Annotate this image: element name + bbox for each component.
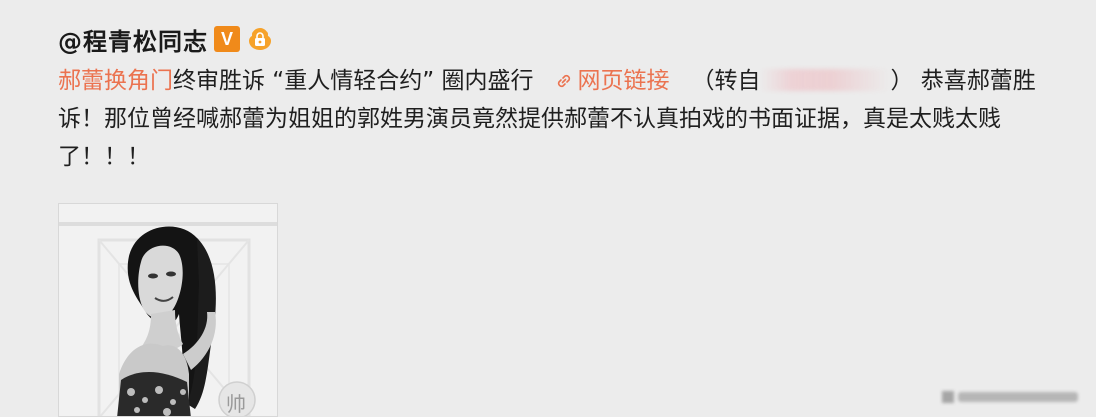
- post-header: @程青松同志 V: [58, 22, 274, 56]
- blurred-username: [760, 69, 891, 91]
- repost-prefix: （转自: [691, 68, 761, 94]
- portrait-photo: [59, 204, 277, 416]
- link-icon: [558, 74, 571, 88]
- vip-verified-icon[interactable]: V: [214, 26, 240, 52]
- post-text-segment: 终审胜诉 “重人情轻合约” 圈内盛行: [173, 68, 534, 94]
- post-body: 郝蕾换角门终审胜诉 “重人情轻合约” 圈内盛行 网页链接 （转自） 恭喜郝蕾胜诉！那…: [58, 62, 1058, 176]
- weibo-post-card: @程青松同志 V 郝蕾换角门终审胜诉 “重人情轻合约” 圈内盛行 网页链接 （转自）…: [0, 0, 1096, 417]
- post-image-thumbnail[interactable]: 帅: [58, 203, 278, 417]
- lock-badge-icon[interactable]: [246, 25, 274, 53]
- username-link[interactable]: @程青松同志: [58, 22, 208, 57]
- web-link[interactable]: 网页链接: [555, 68, 669, 94]
- web-link-label: 网页链接: [577, 68, 670, 94]
- corner-mark: 帅: [226, 392, 246, 416]
- topic-link[interactable]: 郝蕾换角门: [58, 68, 173, 94]
- source-watermark: [942, 391, 1078, 403]
